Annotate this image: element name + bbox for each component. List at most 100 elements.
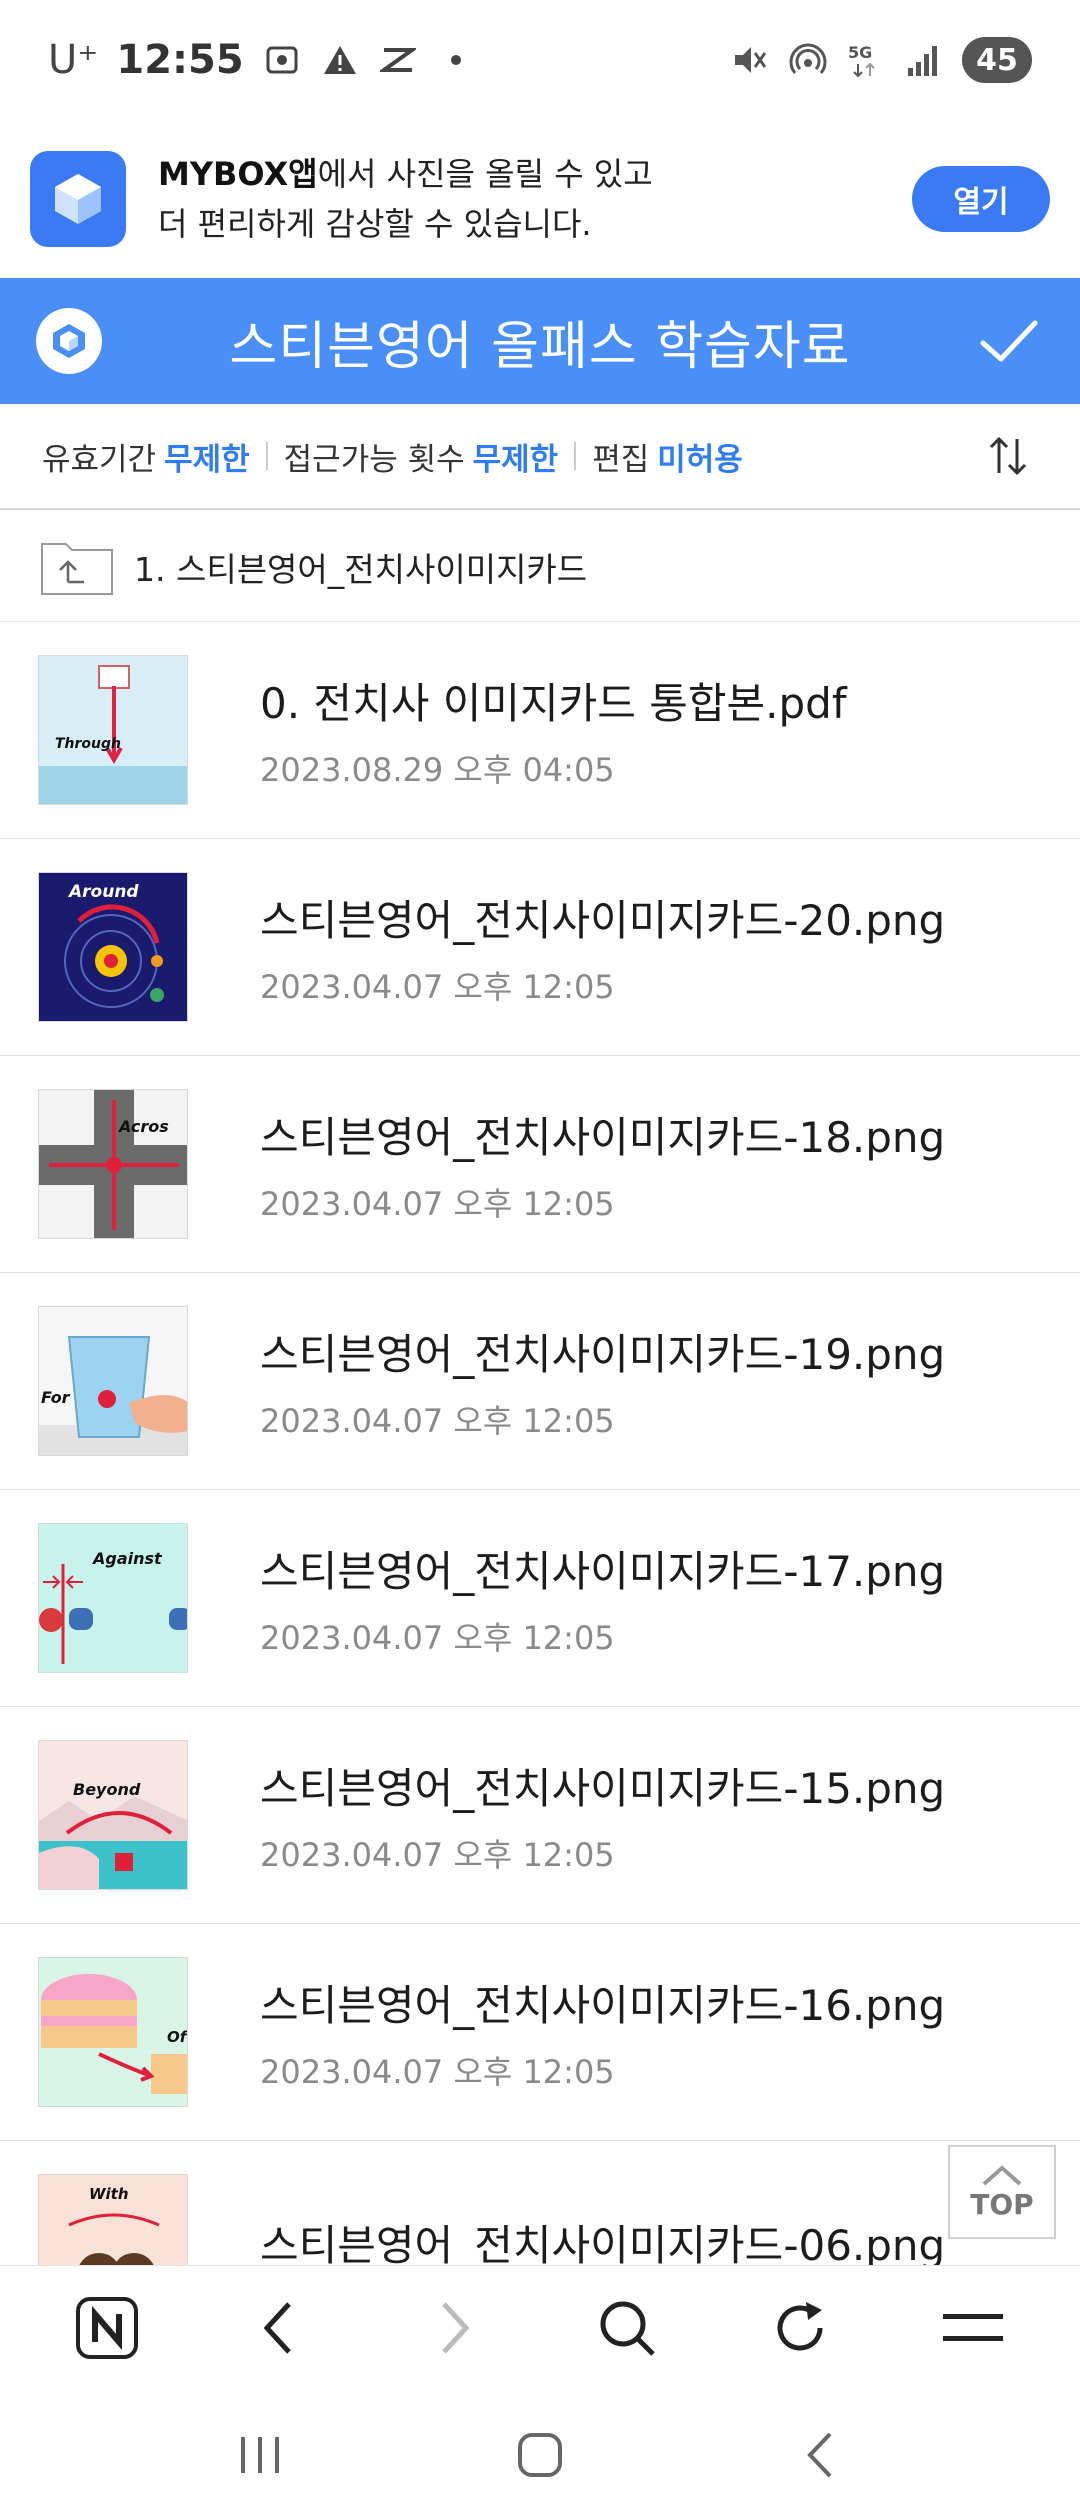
screenshot-icon (262, 40, 302, 80)
recent-apps-icon[interactable] (215, 2410, 305, 2500)
hotspot-icon (788, 40, 828, 80)
list-item[interactable]: Against 스티븐영어_전치사이미지카드-17.png 2023.04.07… (0, 1490, 1080, 1707)
file-name: 스티븐영어_전치사이미지카드-19.png (260, 1329, 946, 1379)
thumb-word: Acros (117, 1117, 169, 1136)
access-value: 무제한 (472, 441, 559, 478)
validity-info: 유효기간 무제한 (42, 434, 250, 479)
status-left: U⁺ 12:55 (48, 37, 476, 83)
status-bar: U⁺ 12:55 5G 45 (0, 0, 1080, 120)
file-date: 2023.04.07 오후 12:05 (260, 1401, 615, 1440)
thumb-word: Of (167, 2028, 188, 2046)
file-info: 스티븐영어_전치사이미지카드-17.png 2023.04.07 오후 12:0… (260, 1538, 945, 1659)
file-date: 2023.04.07 오후 12:05 (260, 1835, 615, 1874)
app-promo-banner: MYBOX앱에서 사진을 올릴 수 있고 더 편리하게 감상할 수 있습니다. … (0, 120, 1080, 278)
file-name: 스티븐영어_전치사이미지카드-20.png (260, 895, 946, 945)
file-thumbnail: Through (38, 655, 188, 805)
file-info: 스티븐영어_전치사이미지카드-18.png 2023.04.07 오후 12:0… (260, 1104, 945, 1225)
system-back-icon[interactable] (775, 2410, 865, 2500)
access-info: 접근가능 횟수 무제한 (284, 434, 559, 479)
edit-value: 미허용 (657, 441, 743, 478)
menu-icon[interactable] (928, 2283, 1018, 2373)
file-info: 스티븐영어_전치사이미지카드-16.png 2023.04.07 오후 12:0… (260, 1972, 945, 2093)
promo-app-name: MYBOX앱 (158, 155, 318, 193)
promo-message: MYBOX앱에서 사진을 올릴 수 있고 더 편리하게 감상할 수 있습니다. (158, 149, 653, 249)
mybox-logo-icon (30, 151, 126, 247)
file-date: 2023.04.07 오후 12:05 (260, 1184, 615, 1223)
file-date: 2023.04.07 오후 12:05 (260, 1618, 615, 1657)
file-date: 2023.04.07 오후 12:05 (260, 2052, 615, 2091)
file-name: 스티븐영어_전치사이미지카드-16.png (260, 1980, 946, 2030)
file-name: 스티븐영어_전치사이미지카드-06.png (260, 2220, 946, 2270)
list-item[interactable]: For 스티븐영어_전치사이미지카드-19.png 2023.04.07 오후 … (0, 1273, 1080, 1490)
file-name: 스티븐영어_전치사이미지카드-18.png (260, 1112, 946, 1162)
file-thumbnail: Against (38, 1523, 188, 1673)
parent-folder-row[interactable]: 1. 스티븐영어_전치사이미지카드 (0, 512, 1080, 622)
divider (574, 442, 577, 470)
file-info: 스티븐영어_전치사이미지카드-19.png 2023.04.07 오후 12:0… (260, 1321, 945, 1442)
system-nav-bar (0, 2390, 1080, 2520)
thumb-word: With (89, 2185, 129, 2203)
promo-line2: 더 편리하게 감상할 수 있습니다. (158, 205, 592, 243)
5g-icon: 5G (846, 40, 886, 80)
share-info-bar: 유효기간 무제한 접근가능 횟수 무제한 편집 미허용 (0, 404, 1080, 510)
top-label: TOP (970, 2187, 1034, 2221)
carrier-label: U⁺ (48, 37, 99, 83)
status-right: 5G 45 (730, 37, 1032, 83)
list-item[interactable]: Around 스티븐영어_전치사이미지카드-20.png 2023.04.07 … (0, 839, 1080, 1056)
divider (265, 442, 268, 470)
file-date: 2023.04.07 오후 12:05 (260, 967, 615, 1006)
sort-icon[interactable] (978, 426, 1038, 486)
file-name: 0. 전치사 이미지카드 통합본.pdf (260, 678, 847, 728)
dot-icon (436, 40, 476, 80)
list-item[interactable]: Beyond 스티븐영어_전치사이미지카드-15.png 2023.04.07 … (0, 1707, 1080, 1924)
chevron-up-icon (982, 2164, 1022, 2185)
file-list: Through 0. 전치사 이미지카드 통합본.pdf 2023.08.29 … (0, 622, 1080, 2358)
list-item[interactable]: Of 스티븐영어_전치사이미지카드-16.png 2023.04.07 오후 1… (0, 1924, 1080, 2141)
file-name: 스티븐영어_전치사이미지카드-15.png (260, 1763, 946, 1813)
page-header: 스티븐영어 올패스 학습자료 (0, 278, 1080, 404)
page-title: 스티븐영어 올패스 학습자료 (229, 316, 851, 377)
select-check-icon[interactable] (974, 306, 1044, 376)
thumb-word: Beyond (73, 1780, 141, 1799)
promo-line1: 에서 사진을 올릴 수 있고 (317, 155, 653, 193)
naver-home-icon[interactable] (62, 2283, 152, 2373)
signal-icon (904, 40, 944, 80)
forward-icon[interactable] (408, 2283, 498, 2373)
back-icon[interactable] (235, 2283, 325, 2373)
file-info: 스티븐영어_전치사이미지카드-15.png 2023.04.07 오후 12:0… (260, 1755, 945, 1876)
thumb-word: Around (67, 882, 139, 902)
search-icon[interactable] (582, 2283, 672, 2373)
file-thumbnail: Around (38, 872, 188, 1022)
battery-indicator: 45 (962, 37, 1032, 83)
file-info: 0. 전치사 이미지카드 통합본.pdf 2023.08.29 오후 04:05 (260, 670, 847, 791)
folder-up-icon (40, 538, 114, 596)
list-item[interactable]: Through 0. 전치사 이미지카드 통합본.pdf 2023.08.29 … (0, 622, 1080, 839)
file-name: 스티븐영어_전치사이미지카드-17.png (260, 1546, 946, 1596)
file-info: 스티븐영어_전치사이미지카드-20.png 2023.04.07 오후 12:0… (260, 887, 945, 1008)
open-app-button[interactable]: 열기 (912, 166, 1050, 232)
validity-label: 유효기간 (42, 441, 157, 478)
thumb-word: Against (91, 1549, 163, 1568)
file-thumbnail: Acros (38, 1089, 188, 1239)
file-thumbnail: Of (38, 1957, 188, 2107)
clock: 12:55 (116, 37, 244, 83)
mybox-cube-icon[interactable] (36, 308, 102, 374)
browser-toolbar (0, 2265, 1080, 2390)
scroll-top-button[interactable]: TOP (948, 2145, 1056, 2239)
capcut-icon (378, 40, 418, 80)
warning-icon (320, 40, 360, 80)
thumb-word: For (41, 1388, 71, 1407)
refresh-icon[interactable] (755, 2283, 845, 2373)
file-thumbnail: For (38, 1306, 188, 1456)
edit-info: 편집 미허용 (592, 434, 743, 479)
svg-text:5G: 5G (848, 43, 872, 62)
parent-folder-label: 1. 스티븐영어_전치사이미지카드 (134, 549, 588, 589)
thumb-word: Through (55, 736, 121, 752)
access-label: 접근가능 횟수 (283, 441, 465, 478)
file-date: 2023.08.29 오후 04:05 (260, 750, 615, 789)
home-icon[interactable] (495, 2410, 585, 2500)
list-item[interactable]: Acros 스티븐영어_전치사이미지카드-18.png 2023.04.07 오… (0, 1056, 1080, 1273)
file-thumbnail: Beyond (38, 1740, 188, 1890)
mute-icon (730, 40, 770, 80)
validity-value: 무제한 (164, 441, 250, 478)
